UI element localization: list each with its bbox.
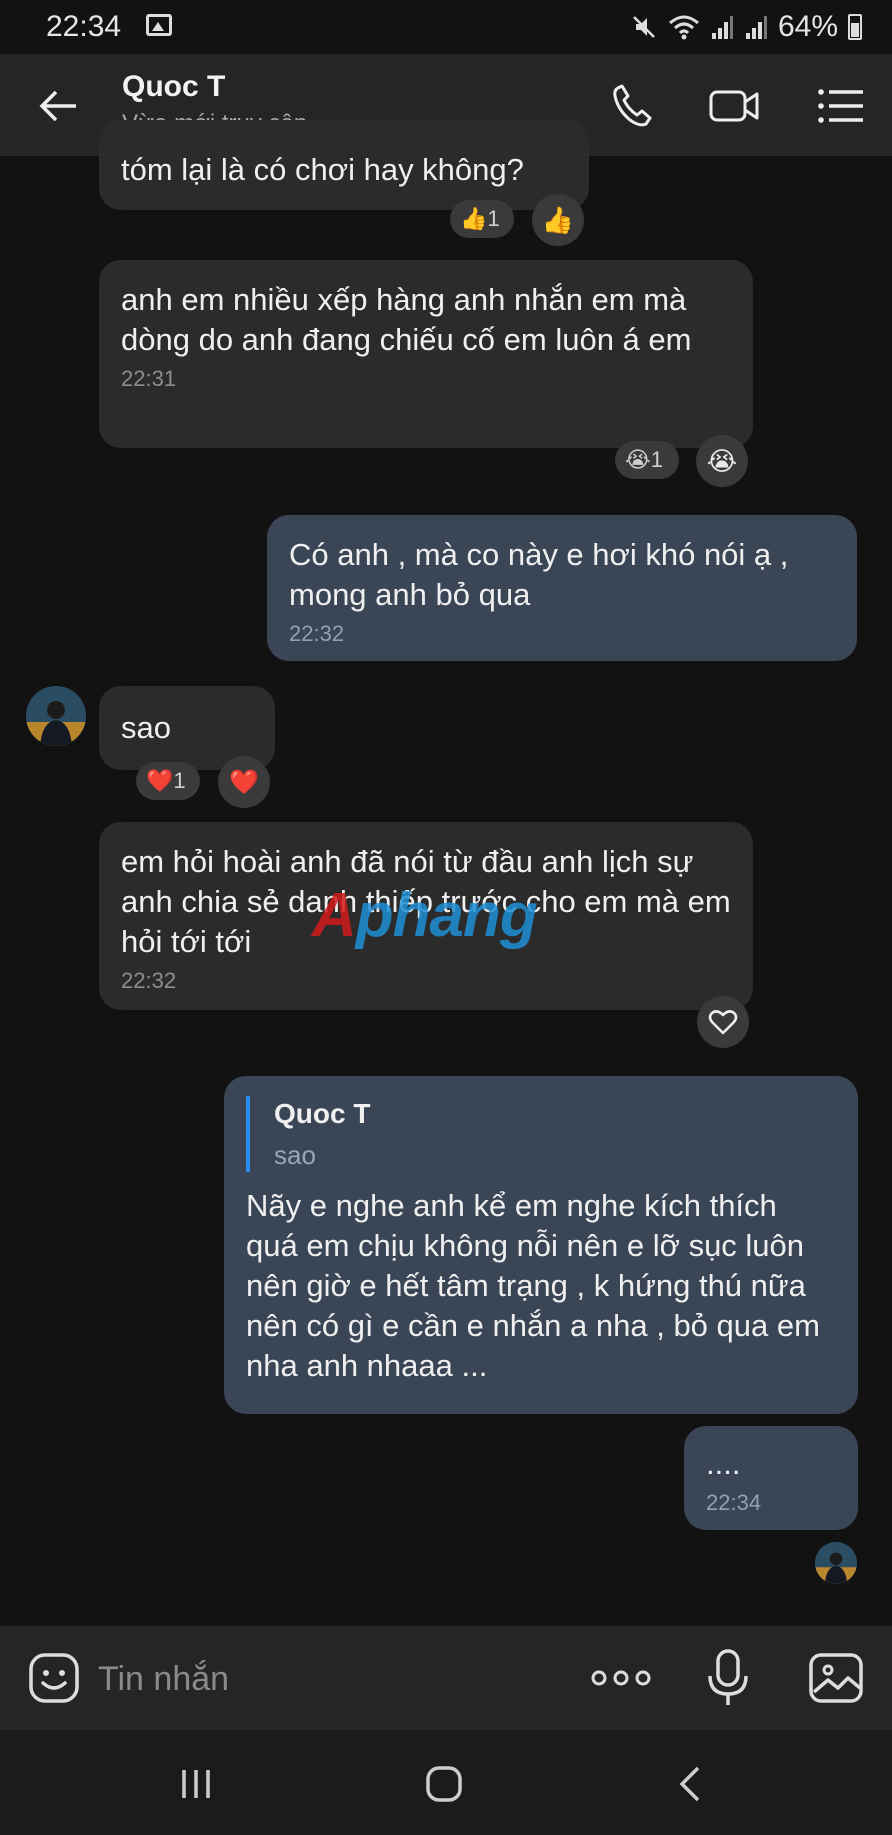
message-text: anh em nhiều xếp hàng anh nhắn em mà dòn… (121, 282, 692, 357)
quoted-sender: Quoc T (274, 1098, 371, 1129)
message-time: 22:32 (289, 621, 345, 646)
quoted-text: sao (274, 1140, 316, 1170)
contact-name[interactable]: Quoc T (122, 70, 225, 104)
more-dots-icon[interactable] (590, 1662, 652, 1694)
emoji-icon[interactable] (28, 1652, 80, 1704)
message-time: 22:32 (121, 968, 177, 993)
status-bar: 22:34 64% (0, 0, 892, 54)
recent-apps-icon[interactable] (166, 1762, 226, 1806)
message-input[interactable] (96, 1652, 560, 1706)
heart-icon: ❤️ (146, 768, 174, 793)
system-navigation-bar (0, 1730, 892, 1835)
microphone-icon[interactable] (704, 1648, 752, 1708)
message-time: 22:31 (121, 366, 177, 391)
gallery-notification-icon (146, 14, 172, 36)
mute-icon (633, 16, 655, 38)
reaction-count: 1 (487, 206, 500, 231)
list-menu-icon[interactable] (815, 80, 867, 132)
image-icon[interactable] (808, 1652, 864, 1704)
reaction-count-chip[interactable]: 😭 1 (615, 441, 679, 479)
heart-icon: ❤️ (229, 768, 259, 796)
crying-face-icon: 😭 (706, 445, 738, 476)
message-incoming[interactable]: tóm lại là có chơi hay không? (99, 120, 589, 210)
message-outgoing[interactable]: Có anh , mà co này e hơi khó nói ạ , mon… (267, 515, 857, 661)
signal-icon-2 (745, 16, 767, 39)
heart-outline-icon (708, 1010, 738, 1035)
reaction-count-chip[interactable]: ❤️ 1 (136, 762, 200, 800)
reaction-button[interactable]: 👍 (532, 194, 584, 246)
message-text: .... (706, 1446, 741, 1481)
message-text: sao (121, 710, 171, 745)
phone-icon[interactable] (606, 80, 658, 132)
thumbs-up-icon: 👍 (460, 206, 488, 231)
reaction-button[interactable]: ❤️ (218, 756, 270, 808)
thumbs-up-icon: 👍 (541, 204, 575, 235)
reaction-button[interactable] (697, 996, 749, 1048)
message-composer (0, 1626, 892, 1730)
reaction-count: 1 (650, 447, 663, 472)
avatar-image (26, 686, 86, 746)
message-text: Nãy e nghe anh kể em nghe kích thích quá… (246, 1188, 820, 1383)
message-time: 22:34 (706, 1490, 762, 1515)
wifi-icon (668, 15, 699, 40)
message-outgoing-reply[interactable]: Quoc T sao Nãy e nghe anh kể em nghe kíc… (224, 1076, 858, 1414)
video-camera-icon[interactable] (708, 80, 760, 132)
battery-level: 64% (777, 10, 838, 43)
signal-icon-1 (711, 16, 733, 39)
back-nav-icon[interactable] (660, 1762, 720, 1806)
avatar-image (815, 1542, 857, 1584)
message-incoming[interactable]: anh em nhiều xếp hàng anh nhắn em mà dòn… (99, 260, 753, 448)
status-icons: 64% (630, 10, 862, 44)
watermark-logo: Aphang (312, 881, 538, 950)
home-icon[interactable] (414, 1762, 474, 1806)
quoted-message[interactable]: Quoc T sao (246, 1096, 836, 1172)
reaction-button[interactable]: 😭 (696, 435, 748, 487)
status-time: 22:34 (46, 10, 122, 43)
battery-icon (848, 14, 862, 40)
crying-face-icon: 😭 (625, 447, 651, 472)
contact-avatar[interactable] (26, 686, 86, 746)
read-receipt-avatar (815, 1542, 857, 1584)
message-text: Có anh , mà co này e hơi khó nói ạ , mon… (289, 537, 789, 612)
arrow-left-icon[interactable] (36, 84, 80, 128)
message-text: tóm lại là có chơi hay không? (121, 152, 524, 187)
message-outgoing[interactable]: .... 22:34 (684, 1426, 858, 1530)
reaction-count-chip[interactable]: 👍 1 (450, 200, 514, 238)
reaction-count: 1 (173, 768, 186, 793)
